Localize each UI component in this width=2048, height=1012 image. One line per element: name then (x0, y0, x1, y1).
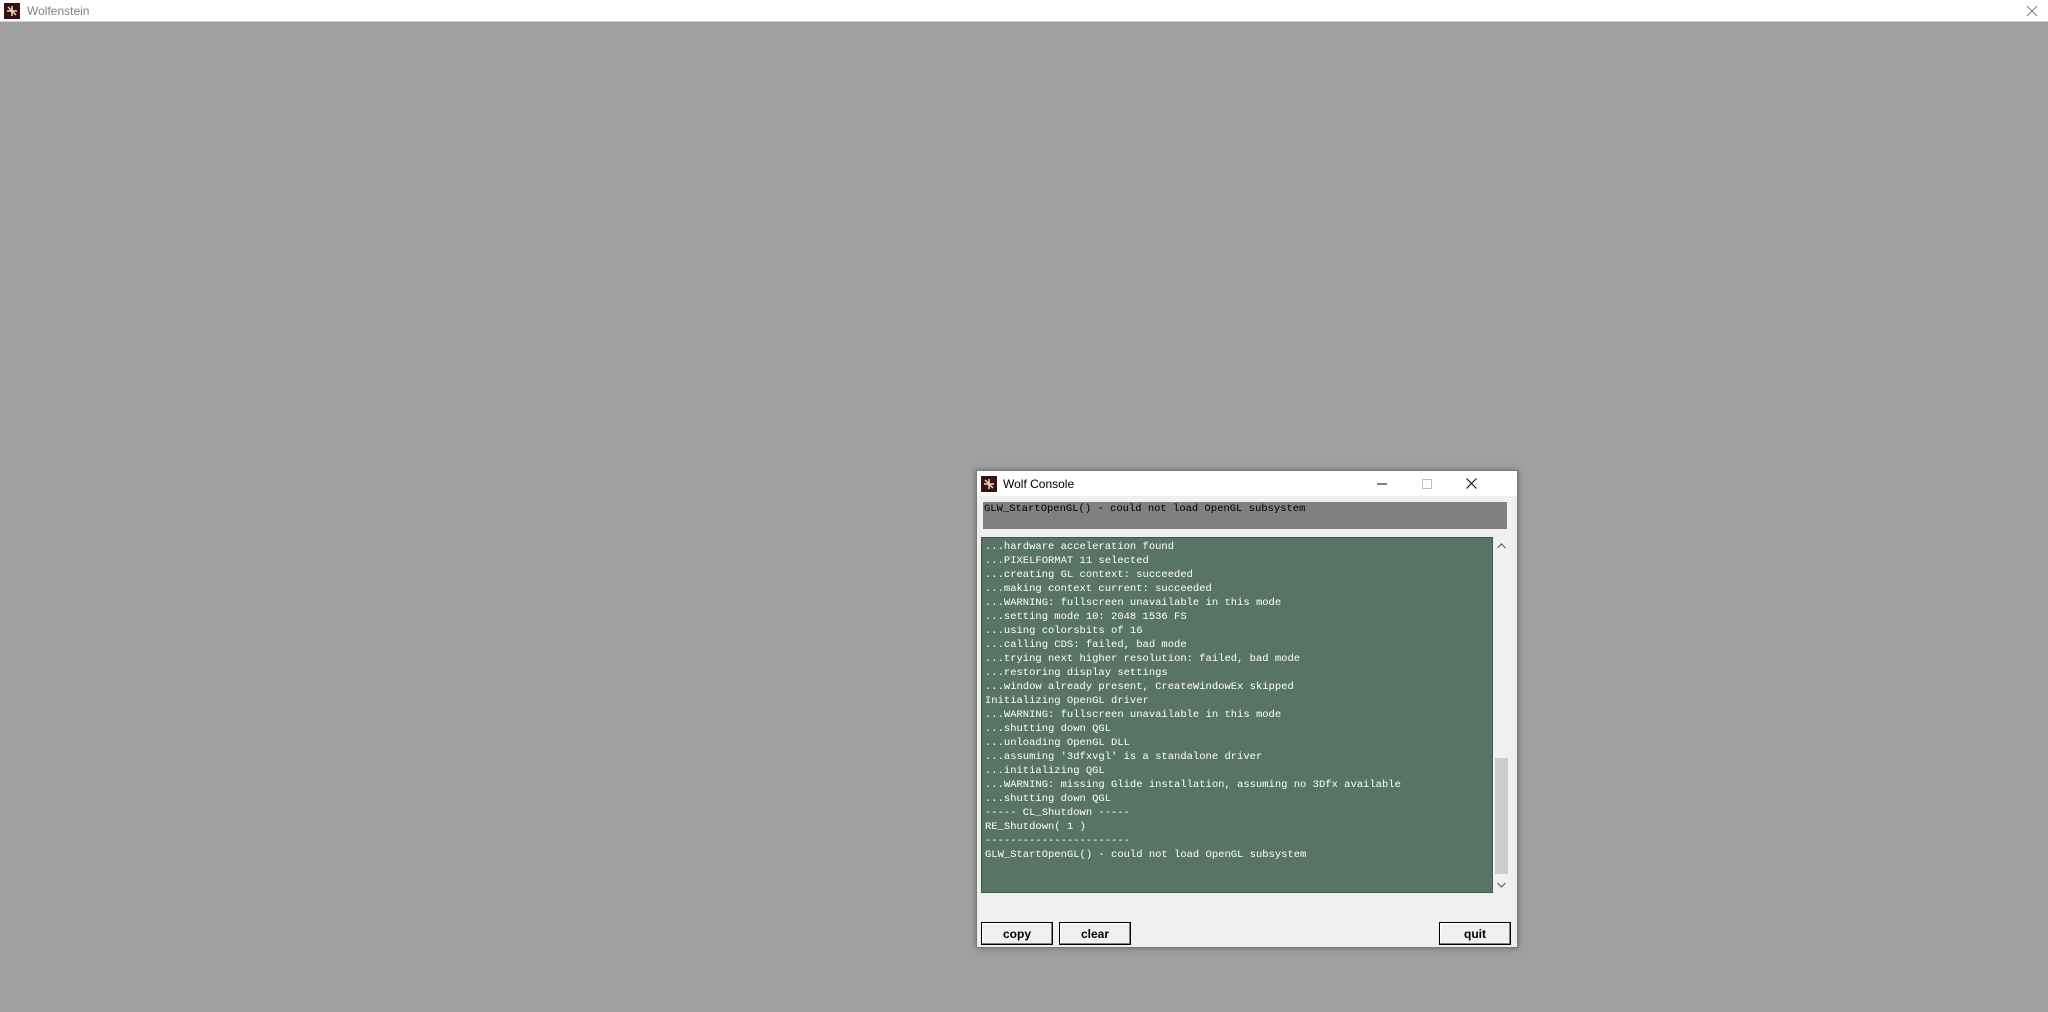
log-line: ...assuming '3dfxvgl' is a standalone dr… (985, 751, 1263, 763)
minimize-icon[interactable] (1359, 471, 1404, 496)
log-line: GLW_StartOpenGL() - could not load OpenG… (985, 849, 1307, 861)
log-line: ...window already present, CreateWindowE… (985, 681, 1294, 693)
close-icon[interactable] (1449, 471, 1494, 496)
clear-button[interactable]: clear (1059, 922, 1131, 945)
console-error-line: GLW_StartOpenGL() - could not load OpenG… (983, 502, 1507, 529)
console-titlebar[interactable]: Wolf Console (977, 471, 1517, 496)
console-log-area[interactable]: ...hardware acceleration found ...PIXELFO… (981, 537, 1493, 893)
maximize-icon (1404, 471, 1449, 496)
scrollbar-thumb[interactable] (1495, 758, 1508, 874)
log-line: ----- CL_Shutdown ----- (985, 807, 1130, 819)
log-line: ...making context current: succeeded (985, 583, 1212, 595)
copy-button[interactable]: copy (981, 922, 1053, 945)
log-line: ...trying next higher resolution: failed… (985, 653, 1301, 665)
main-window-title: Wolfenstein (27, 3, 90, 18)
log-line: ...initializing QGL (985, 765, 1105, 777)
log-line: ...shutting down QGL (985, 723, 1112, 735)
log-line: Initializing OpenGL driver (985, 695, 1149, 707)
chevron-down-icon[interactable] (1493, 876, 1510, 893)
log-line: ...hardware acceleration found (985, 541, 1175, 553)
main-close-icon[interactable] (2020, 0, 2044, 22)
log-line: ...PIXELFORMAT 11 selected (985, 555, 1149, 567)
console-scrollbar[interactable] (1493, 537, 1510, 893)
log-line: ...WARNING: fullscreen unavailable in th… (985, 709, 1282, 721)
log-line: ----------------------- (985, 835, 1130, 847)
log-line: ...setting mode 10: 2048 1536 FS (985, 611, 1187, 623)
log-line: ...unloading OpenGL DLL (985, 737, 1130, 749)
log-line: ...creating GL context: succeeded (985, 569, 1193, 581)
log-line: ...shutting down QGL (985, 793, 1112, 805)
log-line: ...using colorsbits of 16 (985, 625, 1143, 637)
wolfenstein-app-icon (981, 475, 997, 492)
log-line: ...WARNING: fullscreen unavailable in th… (985, 597, 1282, 609)
log-line: ...calling CDS: failed, bad mode (985, 639, 1187, 651)
quit-button[interactable]: quit (1439, 922, 1511, 945)
console-title: Wolf Console (1003, 476, 1075, 491)
log-line: ...WARNING: missing Glide installation, … (985, 779, 1401, 791)
log-line: RE_Shutdown( 1 ) (985, 821, 1086, 833)
log-line: ...restoring display settings (985, 667, 1168, 679)
wolfenstein-app-icon (4, 2, 20, 19)
chevron-up-icon[interactable] (1493, 537, 1510, 554)
wolf-console-window: Wolf Console GLW_StartOpenGL() - could n… (976, 470, 1518, 948)
main-window-titlebar[interactable]: Wolfenstein (0, 0, 2048, 22)
